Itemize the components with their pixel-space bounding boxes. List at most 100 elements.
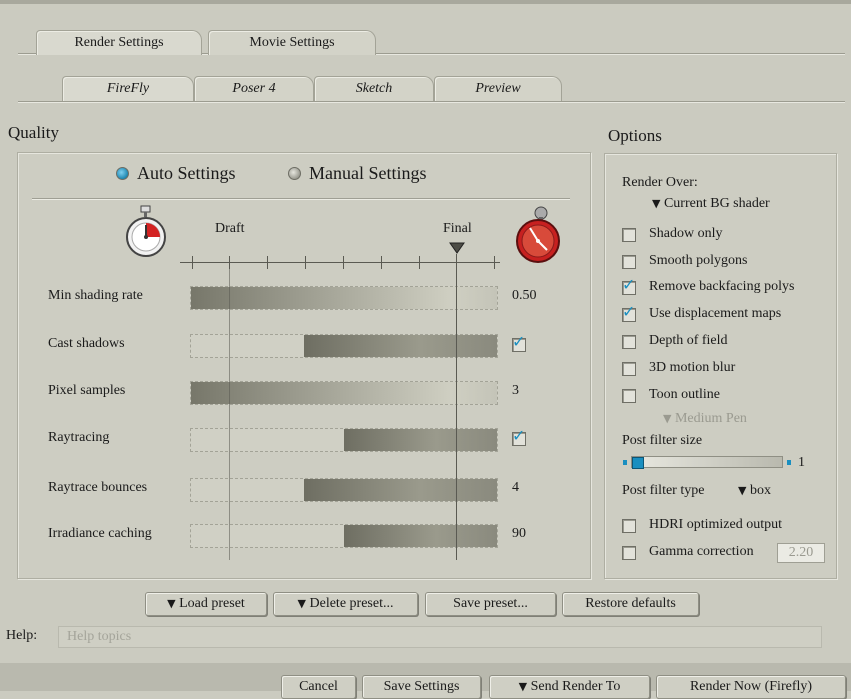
smooth-polygons-checkbox[interactable] bbox=[622, 255, 636, 269]
depth-of-field-label: Depth of field bbox=[649, 333, 728, 348]
ruler-tick bbox=[305, 256, 306, 269]
remove-backfacing-label: Remove backfacing polys bbox=[649, 279, 795, 294]
draft-stopwatch-icon bbox=[126, 205, 166, 257]
delete-preset-button[interactable]: ▼ Delete preset... bbox=[273, 592, 418, 616]
quality-row-slider[interactable] bbox=[190, 381, 498, 405]
quality-row-fill bbox=[191, 287, 497, 309]
chevron-down-icon: ▼ bbox=[518, 680, 528, 693]
chevron-down-icon: ▼ bbox=[297, 597, 306, 610]
manual-settings-radio[interactable] bbox=[288, 167, 301, 180]
quality-row-fill bbox=[191, 382, 497, 404]
shadow-only-label: Shadow only bbox=[649, 226, 723, 241]
chevron-down-icon: ▼ bbox=[663, 412, 672, 425]
tab-render-settings[interactable]: Render Settings bbox=[36, 30, 202, 55]
ruler-tick bbox=[267, 256, 268, 269]
manual-settings-label: Manual Settings bbox=[309, 163, 427, 183]
quality-row-slider[interactable] bbox=[190, 428, 498, 452]
tab-firefly[interactable]: FireFly bbox=[62, 76, 194, 101]
quality-row-value: 3 bbox=[512, 383, 519, 398]
post-filter-type-label: Post filter type bbox=[622, 483, 705, 498]
post-filter-size-label: Post filter size bbox=[622, 433, 703, 448]
options-title: Options bbox=[608, 126, 662, 145]
shadow-only-checkbox[interactable] bbox=[622, 228, 636, 242]
render-now-button[interactable]: Render Now (Firefly) bbox=[656, 675, 846, 699]
gamma-label: Gamma correction bbox=[649, 544, 754, 559]
depth-of-field-checkbox[interactable] bbox=[622, 335, 636, 349]
quality-row-value: 90 bbox=[512, 526, 526, 541]
gamma-value-field[interactable]: 2.20 bbox=[777, 543, 825, 563]
use-displacement-checkbox[interactable]: ✓ bbox=[622, 304, 636, 322]
cancel-button[interactable]: Cancel bbox=[281, 675, 356, 699]
tab-movie-settings[interactable]: Movie Settings bbox=[208, 30, 376, 55]
tab-preview[interactable]: Preview bbox=[434, 76, 562, 101]
quality-row-value: 4 bbox=[512, 480, 519, 495]
top-tab-row: Render Settings Movie Settings bbox=[0, 18, 851, 55]
post-filter-type-dropdown[interactable]: ▼ box bbox=[738, 483, 771, 499]
toon-pen-dropdown[interactable]: ▼ Medium Pen bbox=[663, 411, 747, 427]
tab-sketch[interactable]: Sketch bbox=[314, 76, 434, 101]
final-stopwatch-icon bbox=[516, 206, 560, 263]
ruler-tick bbox=[381, 256, 382, 269]
save-preset-button[interactable]: Save preset... bbox=[425, 592, 556, 616]
quality-panel bbox=[17, 152, 591, 579]
auto-settings-label: Auto Settings bbox=[137, 163, 236, 183]
quality-row-label: Pixel samples bbox=[48, 383, 126, 398]
load-preset-label: Load preset bbox=[179, 596, 245, 611]
delete-preset-label: Delete preset... bbox=[309, 596, 394, 611]
draft-label: Draft bbox=[215, 221, 245, 236]
raytracing-checkbox[interactable]: ✓ bbox=[512, 428, 526, 446]
window-top-border bbox=[0, 0, 851, 4]
draft-marker-line bbox=[229, 260, 230, 560]
gamma-checkbox[interactable] bbox=[622, 546, 636, 560]
final-label: Final bbox=[443, 221, 472, 236]
ruler-tick bbox=[192, 256, 193, 269]
use-displacement-label: Use displacement maps bbox=[649, 306, 782, 321]
cast-shadows-checkbox[interactable]: ✓ bbox=[512, 334, 526, 352]
ruler-tick bbox=[494, 256, 495, 269]
tab-poser4[interactable]: Poser 4 bbox=[194, 76, 314, 101]
quality-row-label: Raytrace bounces bbox=[48, 480, 148, 495]
quality-title: Quality bbox=[8, 123, 59, 142]
smooth-polygons-label: Smooth polygons bbox=[649, 253, 748, 268]
ruler-tick bbox=[419, 256, 420, 269]
motion-blur-label: 3D motion blur bbox=[649, 360, 736, 375]
quality-row-label: Irradiance caching bbox=[48, 526, 152, 541]
help-topics-field[interactable]: Help topics bbox=[58, 626, 822, 648]
chevron-down-icon: ▼ bbox=[167, 597, 176, 610]
send-render-to-label: Send Render To bbox=[530, 679, 621, 694]
send-render-to-button[interactable]: ▼ Send Render To bbox=[489, 675, 650, 699]
help-label: Help: bbox=[6, 628, 38, 643]
render-over-label: Render Over: bbox=[622, 175, 698, 190]
render-over-dropdown[interactable]: ▼ Current BG shader bbox=[652, 196, 770, 212]
quality-row-slider[interactable] bbox=[190, 334, 498, 358]
post-filter-size-thumb[interactable] bbox=[632, 457, 644, 469]
quality-row-slider[interactable] bbox=[190, 286, 498, 310]
sub-tab-row: FireFly Poser 4 Sketch Preview bbox=[0, 66, 851, 102]
quality-divider bbox=[32, 198, 570, 199]
motion-blur-checkbox[interactable] bbox=[622, 362, 636, 376]
restore-defaults-button[interactable]: Restore defaults bbox=[562, 592, 699, 616]
quality-row-fill bbox=[304, 335, 497, 357]
quality-ruler bbox=[180, 262, 500, 263]
auto-settings-radio[interactable] bbox=[116, 167, 129, 180]
toon-outline-label: Toon outline bbox=[649, 387, 720, 402]
ruler-tick bbox=[343, 256, 344, 269]
post-filter-size-slider[interactable] bbox=[623, 456, 795, 469]
hdri-checkbox[interactable] bbox=[622, 519, 636, 533]
chevron-down-icon: ▼ bbox=[738, 484, 747, 497]
toon-pen-value: Medium Pen bbox=[674, 411, 747, 426]
quality-row-value: 0.50 bbox=[512, 288, 537, 303]
render-over-value: Current BG shader bbox=[663, 196, 770, 211]
toon-outline-checkbox[interactable] bbox=[622, 389, 636, 403]
quality-row-label: Cast shadows bbox=[48, 336, 125, 351]
quality-row-slider[interactable] bbox=[190, 524, 498, 548]
quality-row-label: Min shading rate bbox=[48, 288, 143, 303]
save-settings-button[interactable]: Save Settings bbox=[362, 675, 481, 699]
quality-row-fill bbox=[344, 429, 497, 451]
remove-backfacing-checkbox[interactable]: ✓ bbox=[622, 277, 636, 295]
quality-row-slider[interactable] bbox=[190, 478, 498, 502]
quality-row-label: Raytracing bbox=[48, 430, 110, 445]
hdri-label: HDRI optimized output bbox=[649, 517, 782, 532]
load-preset-button[interactable]: ▼ Load preset bbox=[145, 592, 267, 616]
final-slider-thumb[interactable] bbox=[449, 242, 465, 254]
